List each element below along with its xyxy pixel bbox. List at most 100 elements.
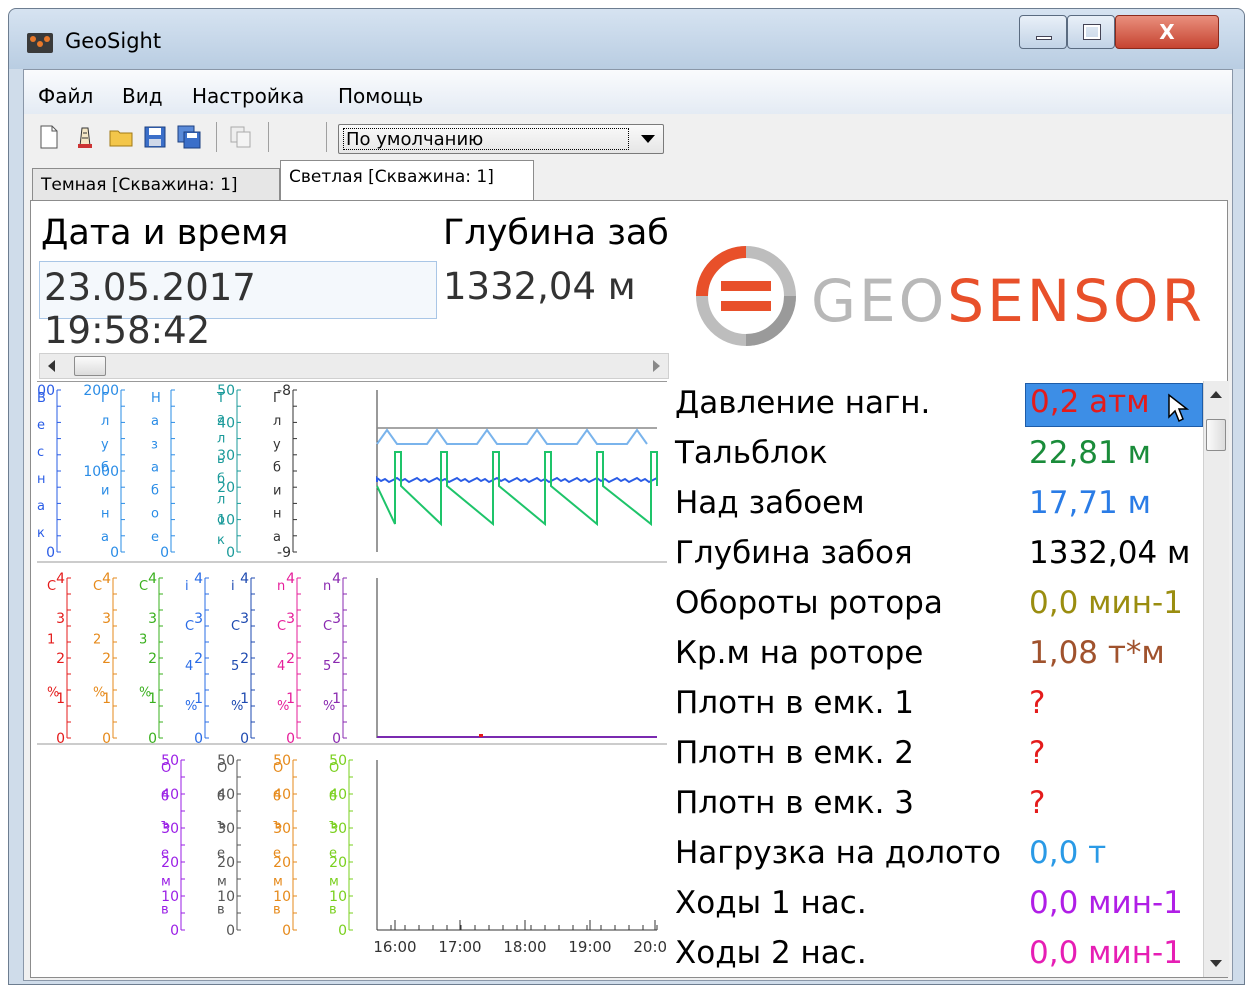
panel2-axis-tick-label: 1 [56,691,65,707]
panel3-axis-tick-label: 10 [273,889,291,905]
scroll-up-icon[interactable] [1210,391,1222,398]
parameter-value[interactable]: ? [1025,685,1049,721]
panel3-axis-tick-label: 30 [273,821,291,837]
horizontal-scrollbar[interactable] [39,353,669,379]
parameter-value[interactable]: 22,81 м [1025,435,1155,471]
panel2-axis-tick-label: 0 [332,731,341,747]
panel2-axis-tick-label: 4 [56,571,65,587]
parameter-value[interactable]: 0,0 мин-1 [1025,885,1187,921]
parameter-row[interactable]: Ходы 2 нас. 0,0 мин-1 [671,931,1205,977]
parameter-row[interactable]: Нагрузка на долото 0,0 т [671,831,1205,881]
panel1-axis-label-char: а [37,499,45,514]
close-button[interactable]: X [1115,15,1219,49]
parameter-label: Плотн в емк. 2 [675,735,915,771]
parameter-value[interactable]: 1,08 т*м [1025,635,1169,671]
panel1-axis-label-char: к [37,526,45,541]
datetime-value[interactable]: 23.05.2017 19:58:42 [39,261,437,352]
panel1-axis-label-char: б [273,460,281,475]
profile-select[interactable]: По умолчанию [338,124,664,154]
parameter-row[interactable]: Давление нагн. 0,2 атм [671,381,1205,431]
parameter-row[interactable]: Тальблок 22,81 м [671,431,1205,481]
scroll-right-icon[interactable] [653,360,660,372]
panel2-axis-label-char: С [93,579,102,594]
trend-line-blue [376,476,658,484]
tab-light[interactable]: Светлая [Скважина: 1] [280,160,534,200]
panel3-axis-tick-label: 40 [217,787,235,803]
new-file-icon[interactable] [36,124,62,150]
panel2-axis-tick-label: 2 [102,651,111,667]
panel2-axis-tick-label: 2 [286,651,295,667]
copy-icon[interactable] [228,124,254,150]
well-tower-icon[interactable] [72,124,98,150]
parameter-value[interactable]: 0,0 мин-1 [1025,585,1187,621]
panel2-axis-tick-label: 3 [286,611,295,627]
panel1-axis-tick-label: 40 [217,415,235,431]
parameter-row[interactable]: Ходы 1 нас. 0,0 мин-1 [671,881,1205,931]
panel1-axis-tick-label: 20 [217,480,235,496]
panel3-axis-label-char: м [161,874,171,889]
panel2-axis-tick-label: 2 [332,651,341,667]
minimize-button[interactable] [1019,15,1067,49]
panel3-axis-tick-label: 0 [338,923,347,939]
parameter-row[interactable]: Плотн в емк. 1? [671,681,1205,731]
title-bar[interactable]: GeoSight X [9,9,1244,69]
panel3-axis-tick-label: 0 [226,923,235,939]
save-icon[interactable] [142,124,168,150]
parameter-value[interactable]: 1332,04 м [1025,535,1194,571]
scroll-thumb[interactable] [1206,419,1226,451]
panel1-axis-tick-label: 1000 [83,464,119,480]
time-tick-label: 16:00 [373,938,416,956]
maximize-button[interactable] [1067,15,1115,49]
menu-view[interactable]: Вид [122,84,163,108]
open-folder-icon[interactable] [108,124,134,150]
panel3-axis-tick-label: 40 [329,787,347,803]
parameter-value[interactable]: 0,0 мин-1 [1025,935,1187,971]
parameter-value[interactable]: 17,71 м [1025,485,1155,521]
panel1-axis-label-char: а [101,530,109,545]
panel1-axis-label-char: Н [151,391,161,406]
panel2-axis-label-char: i [185,579,189,594]
panel3-axis-label-char: м [329,874,339,889]
scroll-thumb[interactable] [74,356,106,376]
menu-settings[interactable]: Настройка [192,84,304,108]
geosensor-emblem-icon [696,246,796,346]
menu-help[interactable]: Помощь [338,84,423,108]
tab-dark[interactable]: Темная [Скважина: 1] [32,168,280,200]
trend-charts[interactable]: Веснак1000Глубина200010000Назабое0Тальбл… [37,382,667,978]
panel1-axis-label-char: у [273,437,281,452]
parameter-label: Над забоем [675,485,865,521]
parameter-row[interactable]: Глубина забоя 1332,04 м [671,531,1205,581]
panel1-axis-tick-label: 10 [217,513,235,529]
panel2-axis-label-char: 3 [139,632,147,647]
parameter-label: Кр.м на роторе [675,635,924,671]
panel1-axis-tick-label: -9 [277,545,291,561]
scroll-down-icon[interactable] [1210,960,1222,967]
panel2-axis-tick-label: 0 [240,731,249,747]
parameter-row[interactable]: Плотн в емк. 2? [671,731,1205,781]
panel1-axis-label-char: и [101,484,109,499]
tab-content: Дата и время Глубина заб 23.05.2017 19:5… [30,200,1229,978]
parameter-value[interactable]: 0,0 т [1025,835,1110,871]
panel2-axis-label-char: 2 [93,632,101,647]
panel1-axis-label-char: и [273,484,281,499]
panel2-axis-tick-label: 1 [240,691,249,707]
parameter-value[interactable]: ? [1025,785,1049,821]
trend-line-green [376,451,658,527]
panel2-axis-tick-label: 0 [148,731,157,747]
tab-strip: Темная [Скважина: 1] Светлая [Скважина: … [24,160,1232,200]
parameter-row[interactable]: Плотн в емк. 3? [671,781,1205,831]
panel1-axis-label-char: л [101,414,109,429]
datetime-label: Дата и время [41,213,289,253]
menu-file[interactable]: Файл [38,84,93,108]
parameter-row[interactable]: Кр.м на роторе 1,08 т*м [671,631,1205,681]
save-all-icon[interactable] [176,124,202,150]
scroll-left-icon[interactable] [48,360,55,372]
depth-label: Глубина заб [443,213,669,253]
parameter-row[interactable]: Обороты ротора 0,0 мин-1 [671,581,1205,631]
panel1-axis-label-char: с [37,445,44,460]
panel2-axis-tick-label: 4 [102,571,111,587]
parameter-row[interactable]: Над забоем 17,71 м [671,481,1205,531]
panel2-axis-label-char: 5 [323,659,331,674]
parameter-value[interactable]: ? [1025,735,1049,771]
vertical-scrollbar[interactable] [1203,381,1229,977]
